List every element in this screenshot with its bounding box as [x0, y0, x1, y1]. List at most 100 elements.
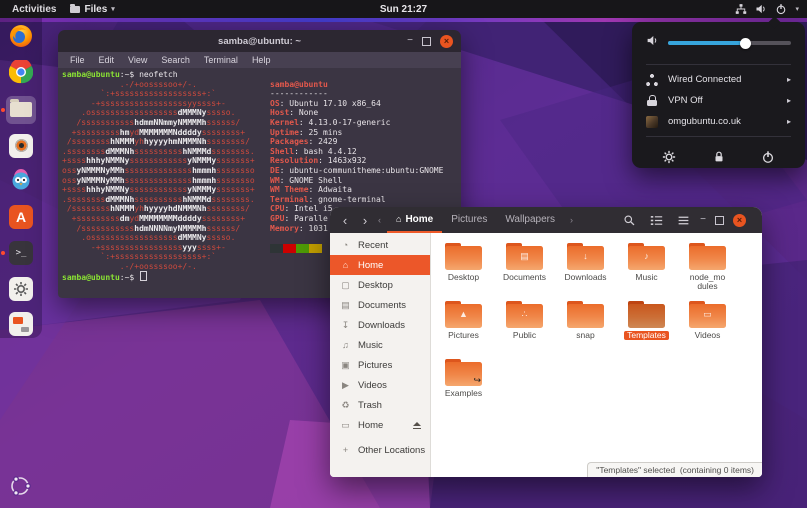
folder-item-node_modules[interactable]: node_modules — [677, 242, 738, 300]
dock-rhythmbox[interactable] — [6, 132, 36, 160]
folder-item-snap[interactable]: snap — [555, 300, 616, 358]
sidebar-item-documents[interactable]: ▤Documents — [330, 295, 430, 315]
path-tab-wallpapers[interactable]: Wallpapers — [496, 207, 564, 233]
folder-item-documents[interactable]: ▤Documents — [494, 242, 555, 300]
settings-button[interactable] — [662, 150, 676, 164]
plus-icon: + — [340, 445, 351, 455]
sidebar-item-videos[interactable]: ▶Videos — [330, 375, 430, 395]
forward-button[interactable]: › — [358, 213, 372, 228]
terminal-cursor — [140, 271, 147, 281]
chevron-down-icon: ▾ — [795, 5, 799, 13]
app-menu-files[interactable]: Files ▾ — [70, 4, 114, 15]
menu-hamburger-icon[interactable] — [673, 214, 694, 227]
dock-files[interactable] — [6, 96, 36, 124]
minimize-button[interactable]: − — [407, 36, 413, 46]
dock-chat[interactable] — [6, 167, 36, 195]
eject-button[interactable] — [413, 422, 421, 429]
minimize-button[interactable]: − — [700, 215, 706, 225]
sidebar-item-home[interactable]: ⌂Home — [330, 255, 430, 275]
folder-item-pictures[interactable]: ▲Pictures — [433, 300, 494, 358]
volume-slider[interactable] — [668, 41, 791, 45]
terminal-title: samba@ubuntu: ~ — [58, 36, 461, 47]
maximize-button[interactable] — [422, 37, 431, 46]
path-tab-home[interactable]: ⌂Home — [387, 207, 442, 233]
neofetch-info-row: Kernel: 4.13.0-17-generic — [270, 118, 443, 128]
system-menu-actions — [632, 141, 805, 164]
folder-item-public[interactable]: ∴Public — [494, 300, 555, 358]
menu-item-wired-connected[interactable]: Wired Connected▸ — [632, 69, 805, 90]
files-content[interactable]: Desktop▤Documents↓Downloads♪Musicnode_mo… — [431, 233, 762, 477]
neofetch-info-row: OS: Ubuntu 17.10 x86_64 — [270, 99, 443, 109]
list-view-icon[interactable] — [646, 214, 667, 227]
top-bar: Activities Files ▾ Sun 21:27 ▾ — [0, 0, 807, 18]
neofetch-info-row: WM Theme: Adwaita — [270, 185, 443, 195]
folder-icon: ↪ — [445, 359, 482, 386]
folder-icon — [567, 301, 604, 328]
back-button[interactable]: ‹ — [338, 213, 352, 228]
volume-row — [632, 22, 805, 60]
videos-icon: ▶ — [340, 380, 351, 391]
dock-firefox[interactable] — [6, 24, 36, 52]
dock-settings[interactable] — [6, 275, 36, 303]
sidebar-item-pictures[interactable]: ▣Pictures — [330, 355, 430, 375]
folder-label: Videos — [695, 331, 721, 340]
vpn-lock-icon — [646, 95, 658, 107]
sidebar-item-desktop[interactable]: ▢Desktop — [330, 275, 430, 295]
sidebar-item-other-locations[interactable]: +Other Locations — [330, 440, 430, 460]
divider — [646, 64, 791, 65]
close-button[interactable]: × — [440, 35, 453, 48]
path-scroll-left[interactable]: ‹ — [378, 215, 381, 225]
power-button[interactable] — [761, 150, 775, 164]
terminal-menu-edit[interactable]: Edit — [93, 55, 121, 65]
close-button[interactable]: × — [733, 214, 746, 227]
folder-item-desktop[interactable]: Desktop — [433, 242, 494, 300]
files-headerbar[interactable]: ‹ › ‹ ⌂HomePicturesWallpapers › − × — [330, 207, 762, 233]
folder-item-examples[interactable]: ↪Examples — [433, 358, 494, 416]
dock-colors-app[interactable] — [6, 310, 36, 338]
dock-chrome[interactable] — [6, 60, 36, 88]
owl-chat-icon — [9, 167, 33, 196]
lock-screen-button[interactable] — [712, 150, 726, 164]
path-scroll-right[interactable]: › — [570, 215, 573, 225]
neofetch-info-row: Uptime: 25 mins — [270, 128, 443, 138]
dock-ubuntu-software[interactable] — [6, 203, 36, 231]
ubuntu-software-icon — [9, 205, 33, 229]
search-icon[interactable] — [619, 214, 640, 227]
volume-slider-knob[interactable] — [740, 38, 751, 49]
terminal-titlebar[interactable]: samba@ubuntu: ~ − × — [58, 30, 461, 52]
folder-item-templates[interactable]: Templates — [616, 300, 677, 358]
folder-grid: Desktop▤Documents↓Downloads♪Musicnode_mo… — [431, 233, 762, 416]
sidebar-item-trash[interactable]: ♻Trash — [330, 395, 430, 415]
folder-emblem-icon: ▭ — [689, 309, 726, 320]
terminal-menu-terminal[interactable]: Terminal — [198, 55, 244, 65]
menu-item-omgubuntu-co-uk[interactable]: omgubuntu.co.uk▸ — [632, 111, 805, 132]
maximize-button[interactable] — [715, 216, 724, 225]
sidebar-item-recent[interactable]: ◔Recent — [330, 235, 430, 255]
terminal-menu-search[interactable]: Search — [155, 55, 196, 65]
activities-button[interactable]: Activities — [12, 4, 56, 15]
sidebar-item-home[interactable]: ▭Home — [330, 415, 430, 435]
folder-item-videos[interactable]: ▭ Videos — [677, 300, 738, 358]
sidebar-item-downloads[interactable]: ↧Downloads — [330, 315, 430, 335]
path-tab-pictures[interactable]: Pictures — [442, 207, 496, 233]
app-menu-label: Files — [84, 4, 107, 15]
folder-label: snap — [576, 331, 594, 340]
folder-item-downloads[interactable]: ↓Downloads — [555, 242, 616, 300]
folder-icon: ♪ — [628, 243, 665, 270]
network-icon — [646, 74, 658, 86]
folder-emblem-icon: ▲ — [445, 309, 482, 319]
terminal-menu-help[interactable]: Help — [246, 55, 277, 65]
terminal-menu-file[interactable]: File — [64, 55, 91, 65]
system-menu-items: Wired Connected▸VPN Off▸omgubuntu.co.uk▸ — [632, 69, 805, 132]
sidebar-item-music[interactable]: ♫Music — [330, 335, 430, 355]
menu-item-vpn-off[interactable]: VPN Off▸ — [632, 90, 805, 111]
drive-icon: ▭ — [340, 420, 351, 431]
folder-icon: ∴ — [506, 301, 543, 328]
network-tray-icon — [735, 3, 747, 15]
clock[interactable]: Sun 21:27 — [0, 4, 807, 15]
dock-terminal[interactable] — [6, 239, 36, 267]
system-tray[interactable]: ▾ — [735, 3, 807, 15]
terminal-menu-view[interactable]: View — [122, 55, 153, 65]
folder-item-music[interactable]: ♪Music — [616, 242, 677, 300]
neofetch-info-row: Host: None — [270, 108, 443, 118]
